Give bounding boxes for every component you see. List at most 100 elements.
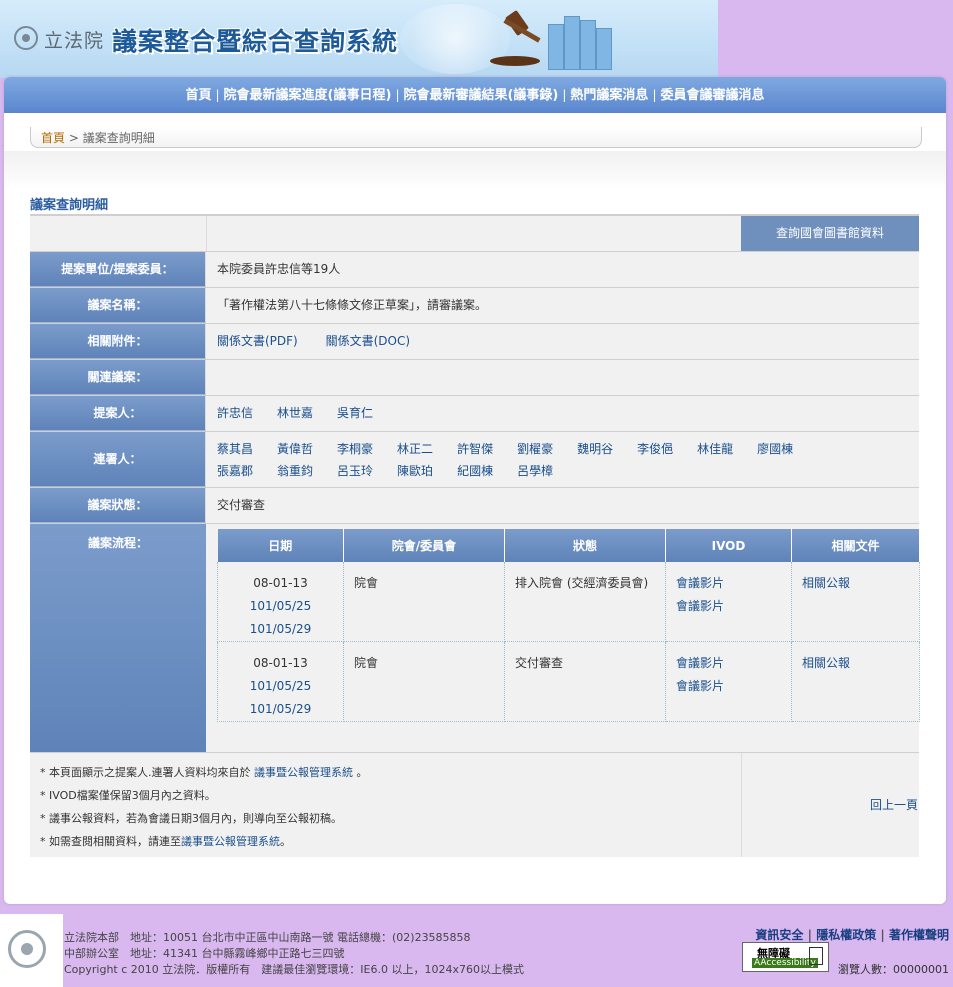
process-body: 院會 xyxy=(343,641,505,722)
privacy-policy-link[interactable]: 隱私權政策 xyxy=(816,928,876,942)
cosigner-link[interactable]: 呂學樟 xyxy=(517,464,553,478)
attachment-doc-link[interactable]: 關係文書(DOC) xyxy=(326,334,410,348)
process-status: 排入院會 (交經濟委員會) xyxy=(504,562,666,642)
nav-separator: | xyxy=(562,88,567,102)
footer-copyright: Copyright c 2010 立法院．版權所有 建議最佳瀏覽環境：IE6.0… xyxy=(64,963,524,976)
header-fade xyxy=(4,151,946,191)
related-gazette-link[interactable]: 相關公報 xyxy=(802,656,850,670)
footer-address-central: 中部辦公室 地址：41341 台中縣霧峰鄉中正路七三四號 xyxy=(64,947,345,960)
top-nav: 首頁 | 院會最新議案進度(議事日程) | 院會最新審議結果(議事錄) | 熱門議案消息 | 委… xyxy=(4,77,946,113)
legislative-yuan-seal-icon xyxy=(14,26,38,50)
cosigner-list: 蔡其昌 黃偉哲 李桐豪 林正二 許智傑 劉櫂豪 魏明谷 李俊俋 林佳龍 廖國棟 張嘉郡 翁重鈞 呂玉玲… xyxy=(217,432,919,482)
process-body: 院會 xyxy=(343,562,505,642)
info-security-link[interactable]: 資訊安全 xyxy=(755,928,803,942)
back-link[interactable]: 回上一頁 xyxy=(870,796,918,813)
process-row: 08-01-13 101/05/25 101/05/29 院會 排入院會 (交經… xyxy=(217,562,920,642)
cosigner-link[interactable]: 魏明谷 xyxy=(577,442,613,456)
process-meeting-date: 101/05/29 xyxy=(249,622,312,636)
breadcrumb-home[interactable]: 首頁 xyxy=(41,131,65,145)
process-table: 日期 院會/委員會 狀態 IVOD 相關文件 08-01-13 101/05/2… xyxy=(217,529,920,722)
process-header-status: 狀態 xyxy=(504,529,666,562)
process-meeting-date: 101/05/25 xyxy=(249,679,312,693)
system-title: 議案整合暨綜合查詢系統 xyxy=(112,27,399,56)
cosigner-link[interactable]: 張嘉郡 xyxy=(217,464,253,478)
process-date: 08-01-13 xyxy=(253,656,308,670)
proposer-link[interactable]: 吳育仁 xyxy=(337,406,373,420)
process-header-body: 院會/委員會 xyxy=(343,529,505,562)
gazette-system-link[interactable]: 議事暨公報管理系統 xyxy=(254,766,353,779)
nav-separator: | xyxy=(652,88,657,102)
label-proposers: 提案人： xyxy=(30,396,206,431)
label-proposer-unit: 提案單位/提案委員： xyxy=(30,252,206,287)
process-row: 08-01-13 101/05/25 101/05/29 院會 交付審查 會議影… xyxy=(217,641,920,722)
ivod-video-link[interactable]: 會議影片 xyxy=(676,576,724,590)
cosigner-link[interactable]: 紀國棟 xyxy=(457,464,493,478)
proposer-link[interactable]: 林世嘉 xyxy=(277,406,313,420)
proposer-link[interactable]: 許忠信 xyxy=(217,406,253,420)
ivod-video-link[interactable]: 會議影片 xyxy=(676,656,724,670)
cosigner-link[interactable]: 林正二 xyxy=(397,442,433,456)
notes-panel: * 本頁面顯示之提案人.連署人資料均來自於 議事暨公報管理系統 。 * IVOD… xyxy=(30,752,919,857)
process-meeting-date: 101/05/29 xyxy=(249,702,312,716)
nav-agenda[interactable]: 院會最新議案進度(議事日程) xyxy=(224,88,392,103)
page-title: 議案查詢明細 xyxy=(30,198,109,213)
cosigner-link[interactable]: 李桐豪 xyxy=(337,442,373,456)
process-status: 交付審查 xyxy=(504,641,666,722)
label-cosigners: 連署人： xyxy=(30,432,206,487)
process-header-ivod: IVOD xyxy=(665,529,792,562)
row-bill-name: 議案名稱： 「著作權法第八十七條條文修正草案」，請審議案。 xyxy=(30,287,919,323)
nav-home[interactable]: 首頁 xyxy=(185,88,211,103)
gazette-system-link[interactable]: 議事暨公報管理系統 xyxy=(181,835,280,848)
cosigner-link[interactable]: 林佳龍 xyxy=(697,442,733,456)
related-gazette-link[interactable]: 相關公報 xyxy=(802,576,850,590)
row-process: 議案流程： 日期 院會/委員會 狀態 IVOD 相關文件 08-01-13 10… xyxy=(30,523,920,752)
row-related-bills: 關連議案： xyxy=(30,359,919,395)
books-icon xyxy=(540,10,612,70)
org-name: 立法院 xyxy=(44,30,105,52)
row-attachments: 相關附件： 關係文書(PDF) 關係文書(DOC) xyxy=(30,323,919,359)
nav-hot-bills[interactable]: 熱門議案消息 xyxy=(570,88,648,103)
footer: 立法院本部 地址：10051 台北市中正區中山南路一號 電話總機：(02)235… xyxy=(0,914,953,987)
cosigner-link[interactable]: 劉櫂豪 xyxy=(517,442,553,456)
cosigner-link[interactable]: 翁重鈞 xyxy=(277,464,313,478)
value-status: 交付審查 xyxy=(217,498,266,512)
visitor-counter: 瀏覽人數：00000001 xyxy=(838,963,949,976)
label-status: 議案狀態： xyxy=(30,488,206,523)
process-header-date: 日期 xyxy=(217,529,344,562)
footer-address-main: 立法院本部 地址：10051 台北市中正區中山南路一號 電話總機：(02)235… xyxy=(64,931,471,944)
nav-committee[interactable]: 委員會議審議消息 xyxy=(660,88,764,103)
copyright-link[interactable]: 著作權聲明 xyxy=(889,928,949,942)
value-proposer-unit: 本院委員許忠信等19人 xyxy=(217,262,341,276)
cosigner-link[interactable]: 黃偉哲 xyxy=(277,442,313,456)
legislative-yuan-seal-icon xyxy=(8,930,46,968)
cosigner-link[interactable]: 蔡其昌 xyxy=(217,442,253,456)
ivod-video-link[interactable]: 會議影片 xyxy=(676,679,724,693)
row-proposers: 提案人： 許忠信 林世嘉 吳育仁 xyxy=(30,395,919,431)
cosigner-link[interactable]: 廖國棟 xyxy=(757,442,793,456)
breadcrumb: 首頁 > 議案查詢明細 xyxy=(30,127,922,148)
header-banner: 立法院 議案整合暨綜合查詢系統 xyxy=(0,0,718,78)
breadcrumb-current: 議案查詢明細 xyxy=(82,131,155,145)
ivod-video-link[interactable]: 會議影片 xyxy=(676,599,724,613)
nav-separator: | xyxy=(215,88,220,102)
cosigner-link[interactable]: 許智傑 xyxy=(457,442,493,456)
label-process: 議案流程： xyxy=(30,524,206,752)
row-proposer-unit: 提案單位/提案委員： 本院委員許忠信等19人 xyxy=(30,251,919,287)
cosigner-link[interactable]: 李俊俋 xyxy=(637,442,673,456)
row-status: 議案狀態： 交付審查 xyxy=(30,487,919,523)
nav-minutes[interactable]: 院會最新審議結果(議事錄) xyxy=(403,88,558,103)
main-frame: 首頁 | 院會最新議案進度(議事日程) | 院會最新審議結果(議事錄) | 熱門議案消息 | 委… xyxy=(4,77,946,904)
process-date: 08-01-13 xyxy=(253,576,308,590)
label-related-bills: 關連議案： xyxy=(30,360,206,395)
cosigner-link[interactable]: 陳歐珀 xyxy=(397,464,433,478)
value-bill-name: 「著作權法第八十七條條文修正草案」，請審議案。 xyxy=(217,298,488,312)
library-query-button[interactable]: 查詢國會圖書館資料 xyxy=(741,216,919,251)
label-attachments: 相關附件： xyxy=(30,324,206,359)
bill-detail-table: 查詢國會圖書館資料 提案單位/提案委員： 本院委員許忠信等19人 議案名稱： 「… xyxy=(30,214,920,752)
accessibility-badge[interactable]: 無障礙 AAccessibility xyxy=(742,942,829,972)
footer-info: 立法院本部 地址：10051 台北市中正區中山南路一號 電話總機：(02)235… xyxy=(64,930,524,978)
footer-logo xyxy=(0,914,63,987)
attachment-pdf-link[interactable]: 關係文書(PDF) xyxy=(217,334,298,348)
cosigner-link[interactable]: 呂玉玲 xyxy=(337,464,373,478)
process-header-docs: 相關文件 xyxy=(791,529,920,562)
